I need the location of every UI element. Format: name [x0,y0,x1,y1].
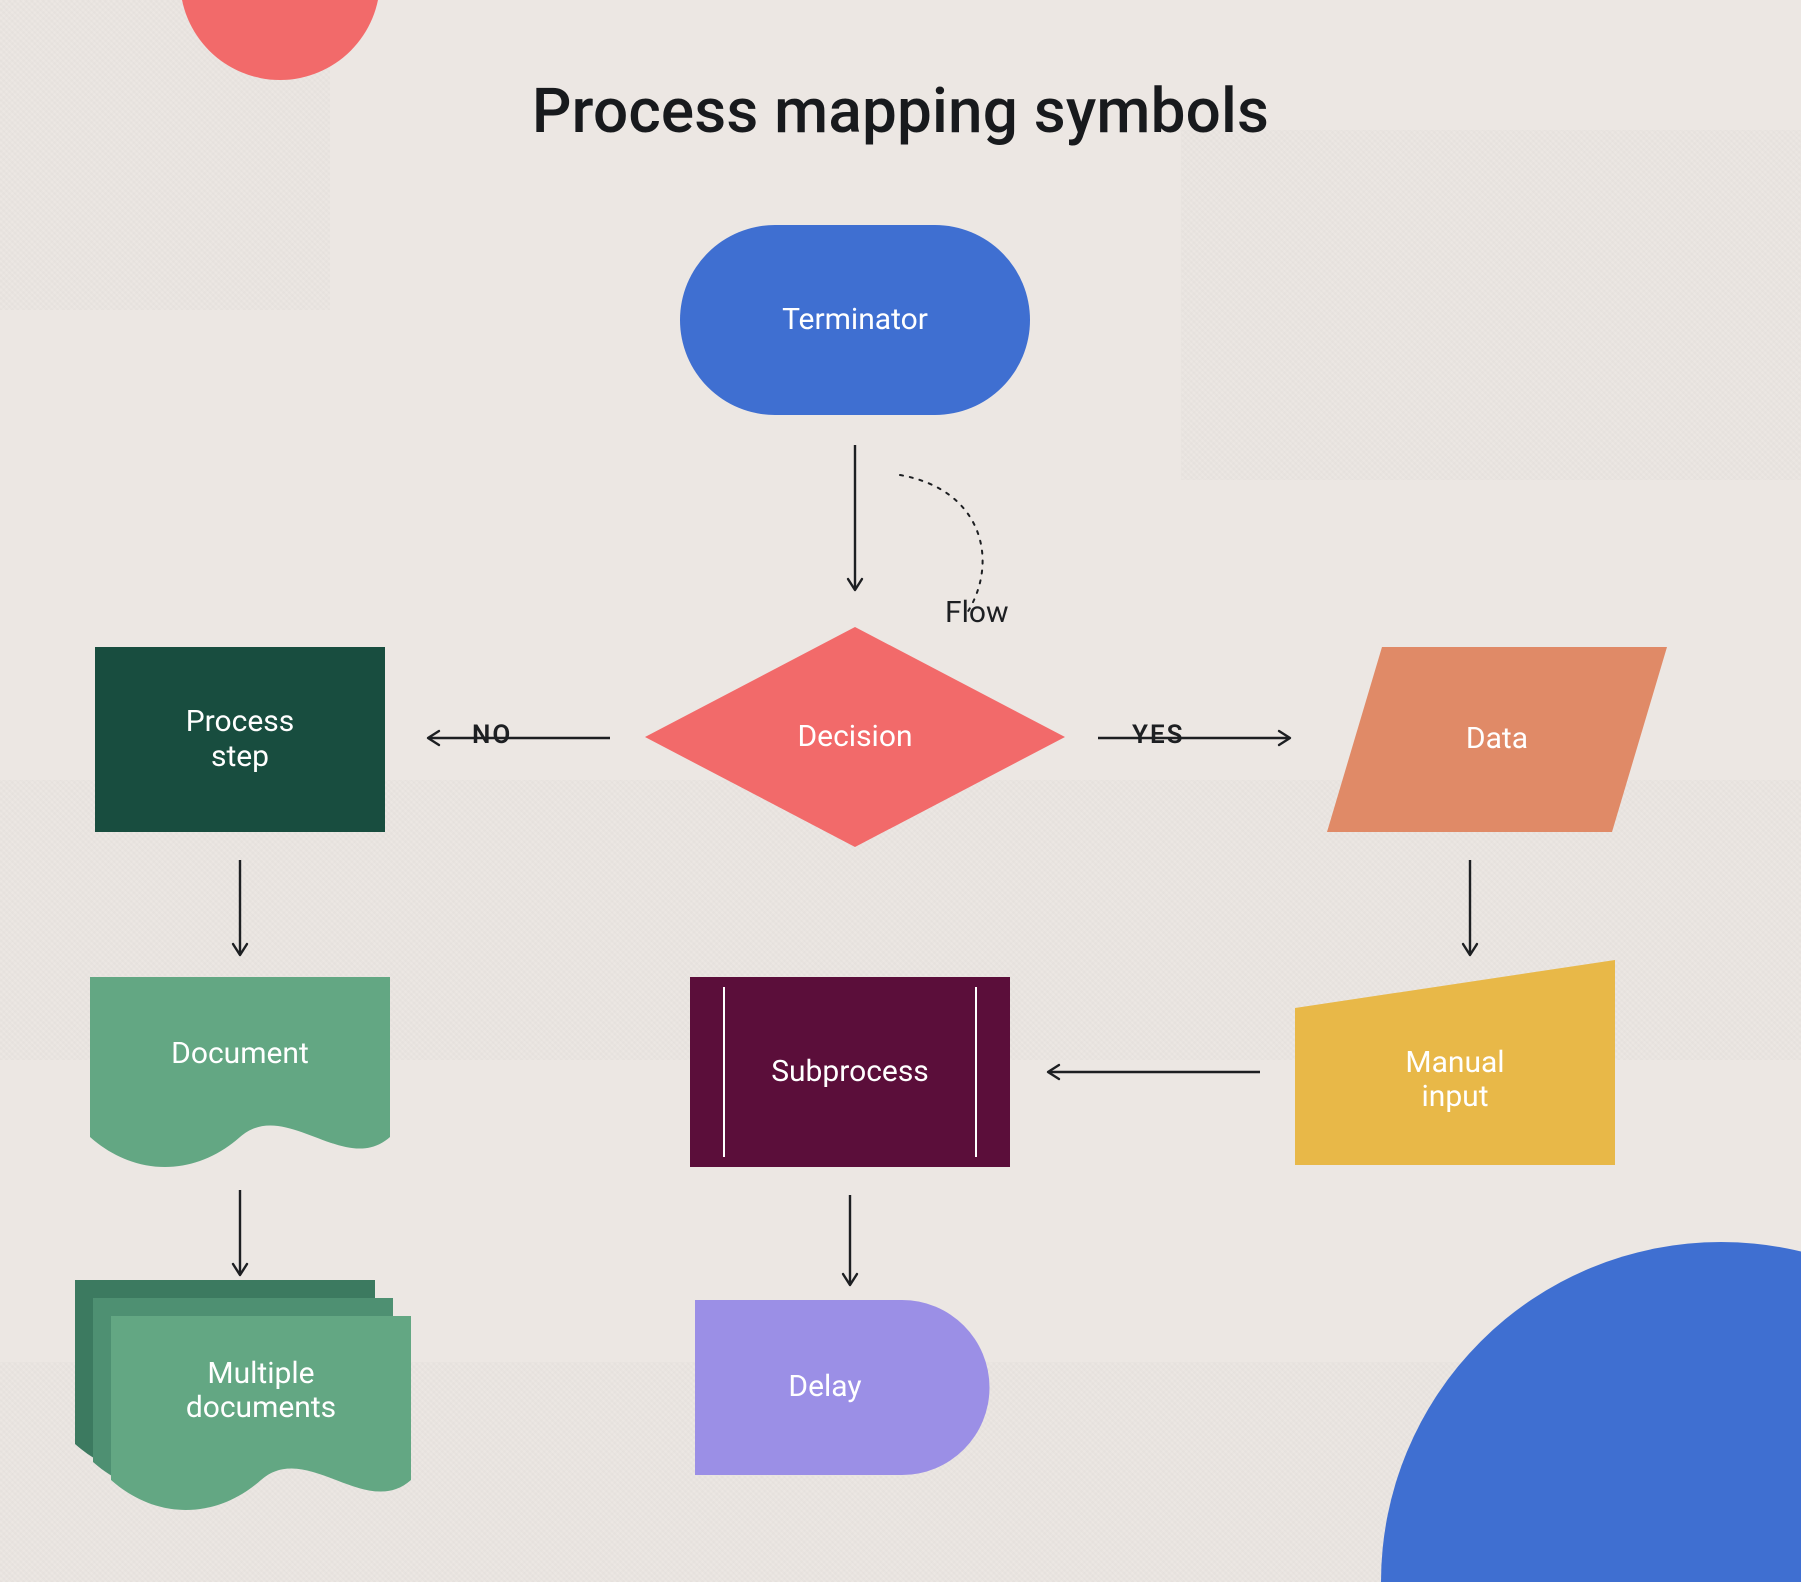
subprocess-node: Subprocess [690,977,1010,1167]
decision-node: Decision [645,627,1065,847]
delay-node: Delay [695,1300,990,1475]
deco-circle-blue [1381,1242,1801,1582]
terminator-label: Terminator [680,225,1030,415]
flow-label: Flow [945,595,1009,630]
texture-top-right [1181,130,1801,480]
manual-input-label: Manual input [1295,1000,1615,1160]
data-node: Data [1327,647,1667,832]
diagram-title: Process mapping symbols [0,75,1801,148]
diagram-canvas: Process mapping symbols Terminator Decis… [0,0,1801,1582]
document-label: Document [90,977,390,1132]
no-label: NO [472,720,512,750]
document-node: Document [90,977,390,1177]
terminator-node: Terminator [680,225,1030,415]
multiple-documents-label: Multiple documents [111,1316,411,1466]
multiple-documents-node: Multiple documents [75,1280,415,1520]
process-step-node: Process step [95,647,385,832]
manual-input-node: Manual input [1295,960,1615,1165]
data-label: Data [1327,647,1667,832]
subprocess-label: Subprocess [690,977,1010,1167]
delay-label: Delay [695,1300,955,1475]
yes-label: YES [1132,720,1185,750]
decision-label: Decision [645,627,1065,847]
process-step-label: Process step [95,647,385,832]
